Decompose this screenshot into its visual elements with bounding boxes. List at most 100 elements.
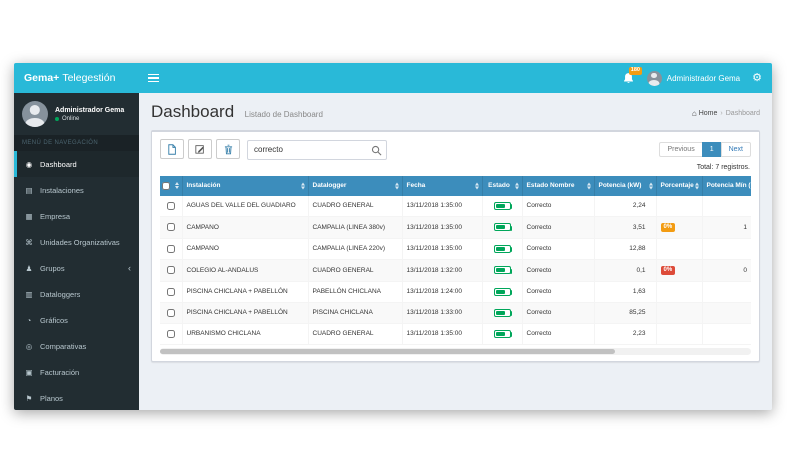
column-header-fecha[interactable]: Fecha <box>402 175 483 196</box>
cell-potencia: 3,51 <box>594 216 657 239</box>
cell-datalogger: CUADRO GENERAL <box>308 259 403 282</box>
add-button[interactable] <box>160 139 184 160</box>
table-row[interactable]: CAMPANO CAMPALIA (LINEA 380v) 13/11/2018 1… <box>160 216 751 239</box>
user-name: Administrador Gema <box>666 73 741 83</box>
search-icon[interactable] <box>371 143 382 161</box>
column-header-porcentaje[interactable]: Porcentaje <box>656 175 703 196</box>
pagination-previous[interactable]: Previous <box>659 141 703 157</box>
row-checkbox[interactable] <box>166 287 175 296</box>
app-window: Gema+ Telegestión 180 Administrador Gema <box>14 63 772 410</box>
cell-instalacion: CAMPANO <box>182 238 309 260</box>
top-navbar: Gema+ Telegestión 180 Administrador Gema <box>14 63 772 93</box>
column-header-instalacion[interactable]: Instalación <box>182 175 309 196</box>
sidebar-item-facturacion[interactable]: ▣ Facturación <box>14 359 139 385</box>
row-checkbox[interactable] <box>166 244 175 253</box>
row-checkbox[interactable] <box>166 201 175 210</box>
user-avatar <box>646 70 662 86</box>
user-status[interactable]: Online <box>55 116 124 122</box>
sidebar-item-comparativas[interactable]: ◎ Comparativas <box>14 333 139 359</box>
cell-potencia: 0,1 <box>594 259 657 282</box>
scrollbar-thumb[interactable] <box>160 348 616 354</box>
percentage-badge: 0% <box>660 222 676 232</box>
cell-porcentaje <box>656 281 703 303</box>
cell-potencia: 1,63 <box>594 281 657 303</box>
notifications-button[interactable]: 180 <box>622 66 642 85</box>
hamburger-icon <box>147 74 159 82</box>
select-all-header[interactable] <box>160 175 183 196</box>
column-header-datalogger[interactable]: Datalogger <box>308 175 403 196</box>
sidebar-item-unidades-organizativas[interactable]: ⌘ Unidades Organizativas <box>14 229 139 255</box>
search-input[interactable] <box>247 139 387 160</box>
sidebar-item-dataloggers[interactable]: ▥ Dataloggers <box>14 281 139 307</box>
cell-potencia: 12,88 <box>594 238 657 260</box>
comparisons-icon: ◎ <box>25 341 33 351</box>
cell-fecha: 13/11/2018 1:32:00 <box>402 259 483 282</box>
column-header-estado-nombre[interactable]: Estado Nombre <box>522 175 595 196</box>
battery-status-icon <box>493 201 512 210</box>
sidebar-item-planos[interactable]: ⚑ Planos <box>14 385 139 410</box>
select-all-checkbox[interactable] <box>162 181 171 190</box>
cell-estado <box>482 323 523 345</box>
sidebar-item-empresa[interactable]: ▦ Empresa <box>14 203 139 229</box>
sidebar-item-graficos[interactable]: ◔ Gráficos <box>14 307 139 333</box>
sort-icon[interactable] <box>648 182 653 189</box>
sidebar-item-instalaciones[interactable]: ▤ Instalaciones <box>14 177 139 203</box>
box-toolbar: Previous 1 Next <box>160 139 751 160</box>
table-row[interactable]: CAMPANO CAMPALIA (LINEA 220v) 13/11/2018 1… <box>160 238 751 260</box>
breadcrumb-home[interactable]: ⌂ Home <box>692 109 718 118</box>
cell-estado-nombre: Correcto <box>522 238 595 260</box>
sort-icon[interactable] <box>586 182 591 189</box>
cell-estado <box>482 195 523 217</box>
brand-logo[interactable]: Gema+ Telegestión <box>14 63 139 93</box>
cell-potencia-min <box>702 323 751 345</box>
horizontal-scrollbar[interactable] <box>160 347 751 355</box>
cell-instalacion: COLEGIO AL-ANDALUS <box>182 259 309 282</box>
user-avatar <box>22 101 48 127</box>
dashboard-table: Instalación Datalogger Fecha Estado Estado N… <box>160 175 752 345</box>
edit-button[interactable] <box>188 139 212 160</box>
sort-icon[interactable] <box>514 182 519 189</box>
sort-icon[interactable] <box>694 182 699 189</box>
sidebar-item-label: Instalaciones <box>40 185 84 195</box>
page-title: Dashboard <box>151 102 235 121</box>
table-row[interactable]: PISCINA CHICLANA + PABELLÓN PISCINA CHICL… <box>160 302 751 324</box>
delete-button[interactable] <box>216 139 240 160</box>
sort-icon[interactable] <box>394 182 399 189</box>
content-area: Dashboard Listado de Dashboard ⌂ Home › … <box>139 93 772 410</box>
billing-icon: ▣ <box>25 367 33 377</box>
breadcrumb-separator: › <box>720 110 723 117</box>
column-label: Potencia Mín (kW) <box>706 182 752 189</box>
sidebar-toggle-button[interactable] <box>139 63 167 93</box>
pagination-next[interactable]: Next <box>720 141 751 157</box>
cell-estado-nombre: Correcto <box>522 281 595 303</box>
column-header-potencia-min-kw[interactable]: Potencia Mín (kW) <box>702 175 752 196</box>
row-checkbox[interactable] <box>166 223 175 231</box>
column-header-potencia-kw[interactable]: Potencia (kW) <box>594 175 657 196</box>
trash-icon <box>224 144 232 155</box>
column-header-estado[interactable]: Estado <box>482 175 523 196</box>
battery-status-icon <box>493 244 512 253</box>
table-row[interactable]: AGUAS DEL VALLE DEL GUADIARO CUADRO GENER… <box>160 195 751 217</box>
cell-estado <box>482 302 523 324</box>
cell-estado-nombre: Correcto <box>522 216 595 239</box>
row-checkbox[interactable] <box>166 308 175 317</box>
table-row[interactable]: URBANISMO CHICLANA CUADRO GENERAL 13/11/20… <box>160 323 751 345</box>
home-icon: ⌂ <box>691 109 697 118</box>
user-menu[interactable]: Administrador Gema <box>646 70 741 86</box>
row-checkbox[interactable] <box>166 329 175 338</box>
sort-icon[interactable] <box>300 182 305 189</box>
row-checkbox[interactable] <box>166 266 175 274</box>
sidebar-item-grupos[interactable]: ♟ Grupos ‹ <box>14 255 139 281</box>
cell-estado-nombre: Correcto <box>522 259 595 282</box>
sort-icon[interactable] <box>474 182 479 189</box>
pagination-page-1[interactable]: 1 <box>701 141 722 157</box>
table-wrapper: Instalación Datalogger Fecha Estado Estado N… <box>160 175 752 345</box>
table-row[interactable]: PISCINA CHICLANA + PABELLÓN PABELLÓN CHIC… <box>160 281 751 303</box>
table-row[interactable]: COLEGIO AL-ANDALUS CUADRO GENERAL 13/11/20… <box>160 259 751 282</box>
table-body: AGUAS DEL VALLE DEL GUADIARO CUADRO GENER… <box>160 195 751 345</box>
cell-instalacion: PISCINA CHICLANA + PABELLÓN <box>182 281 309 303</box>
settings-button[interactable]: ⚙ <box>752 72 762 84</box>
sidebar-item-dashboard[interactable]: ◉ Dashboard <box>14 151 139 177</box>
table-header-row: Instalación Datalogger Fecha Estado Estado N… <box>160 175 752 196</box>
cell-instalacion: AGUAS DEL VALLE DEL GUADIARO <box>182 195 309 217</box>
